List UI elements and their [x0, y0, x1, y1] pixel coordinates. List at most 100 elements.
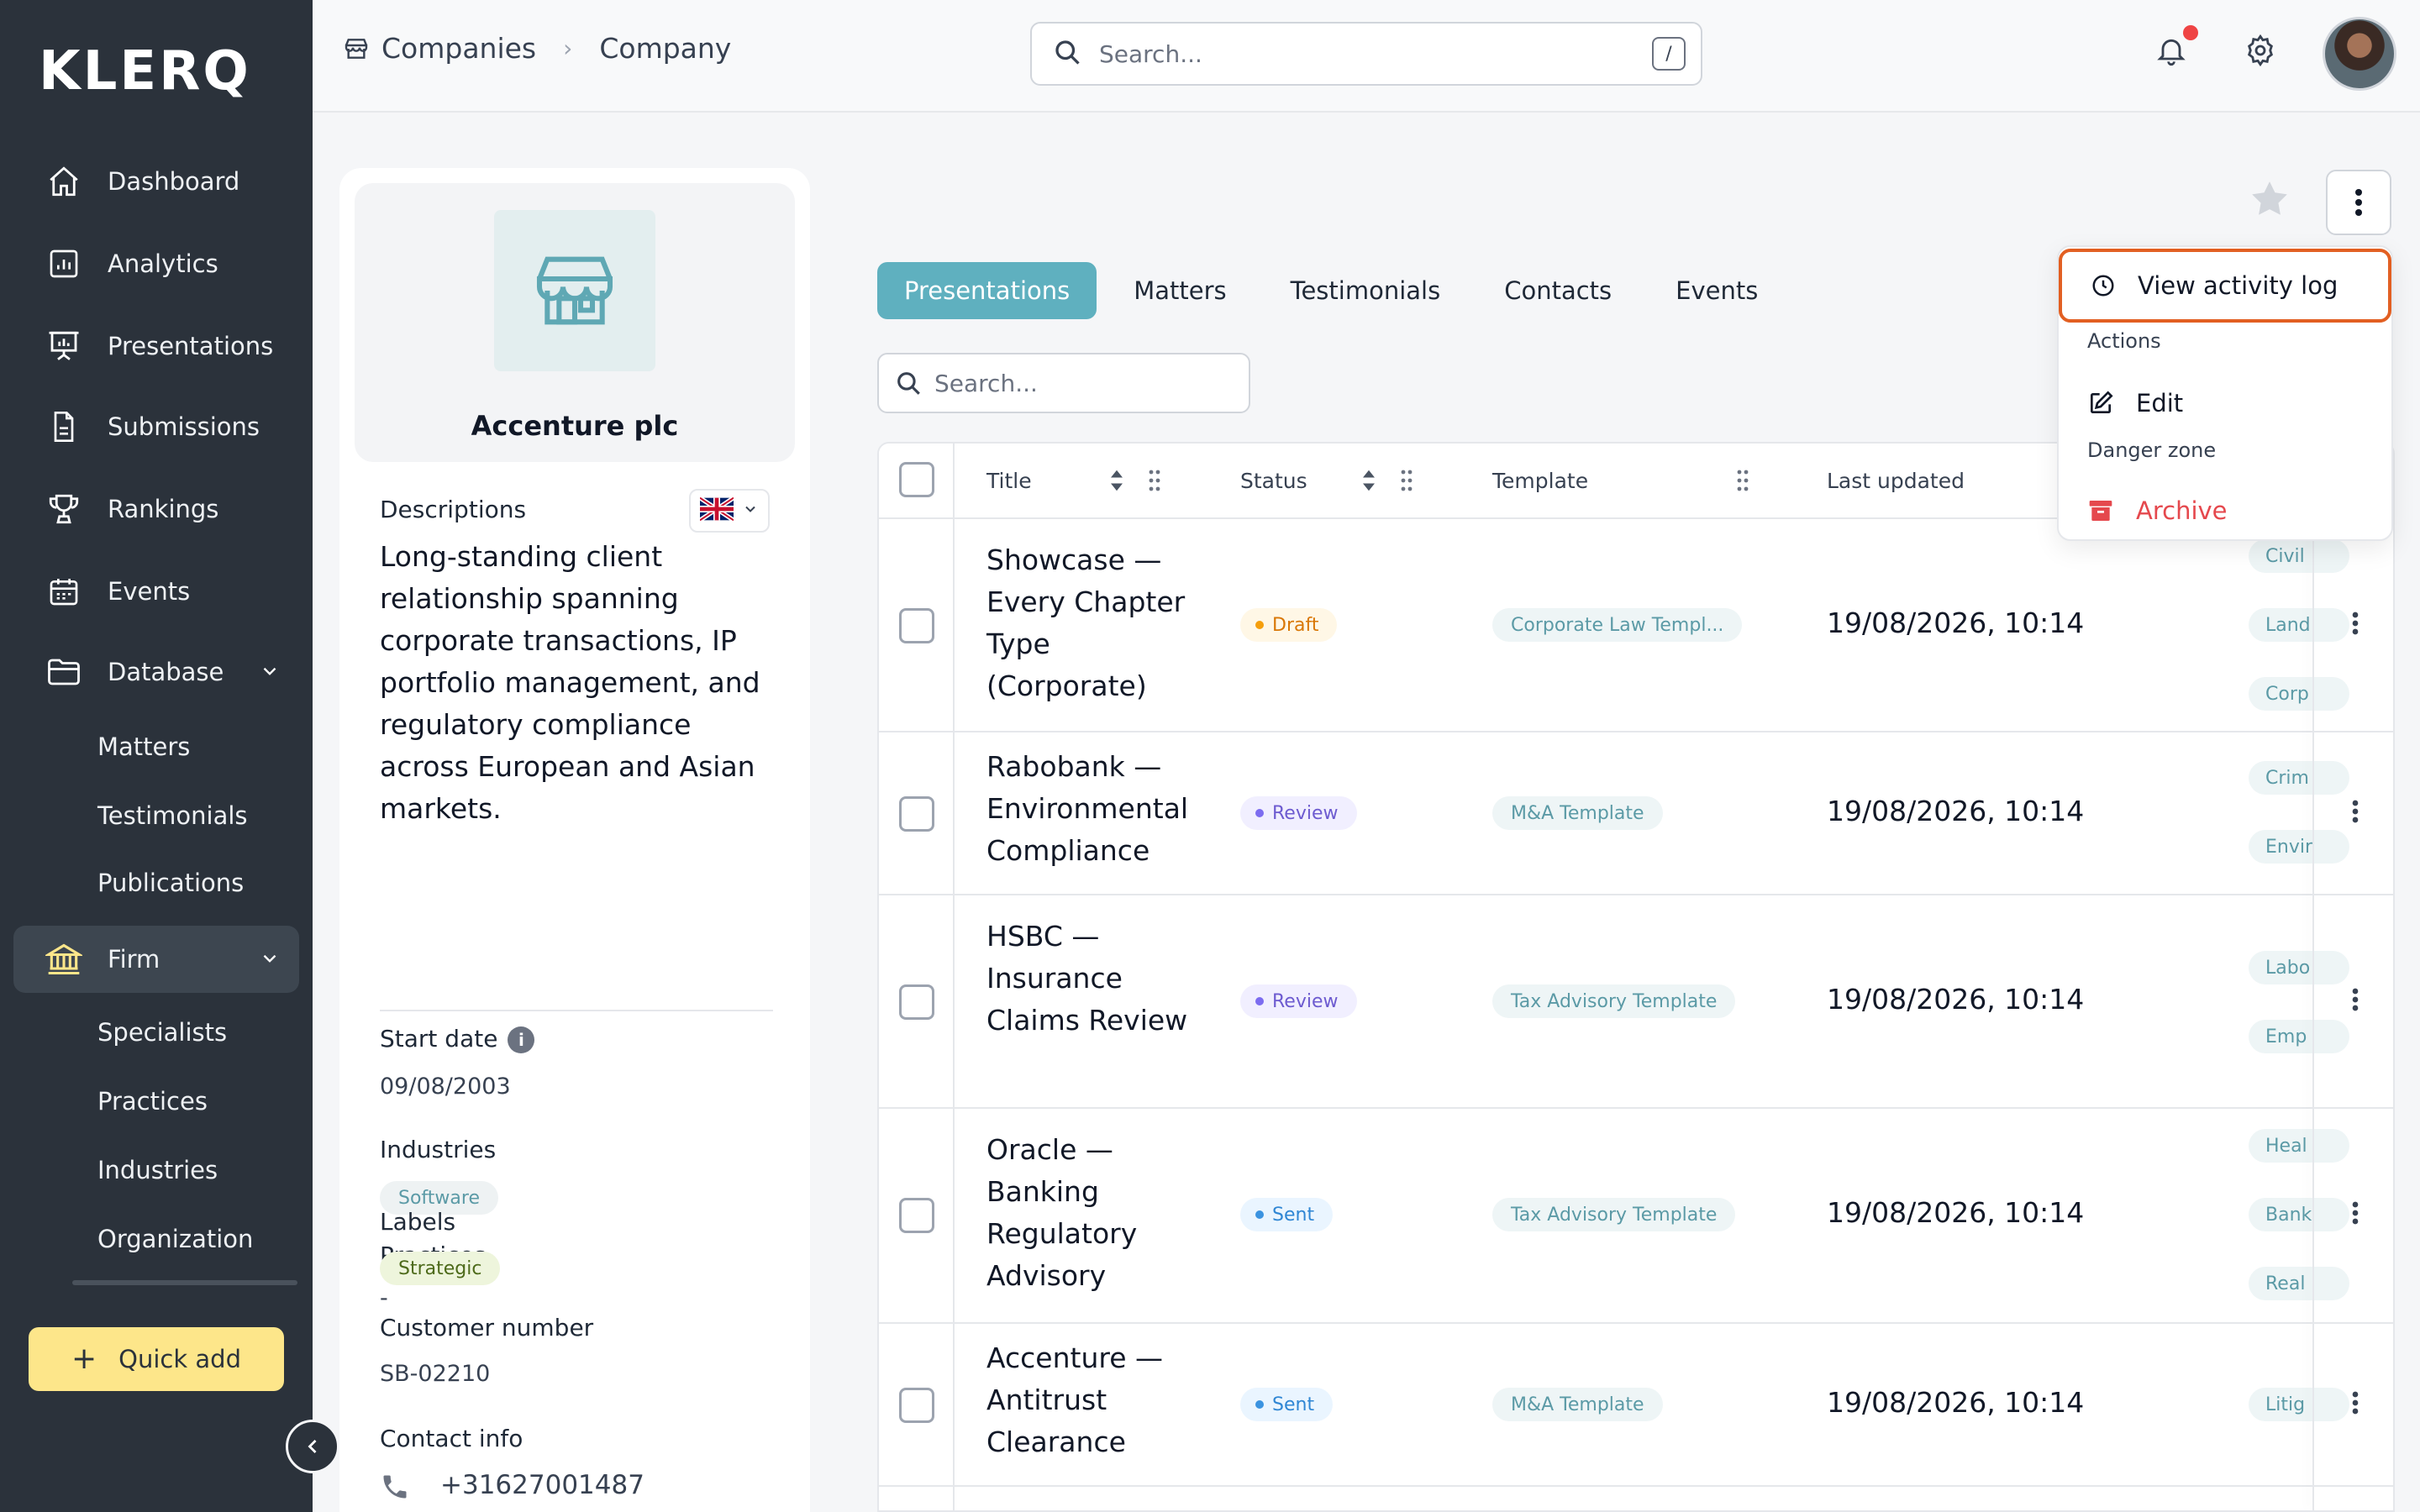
- sidebar-subitem-testimonials[interactable]: Testimonials: [97, 801, 248, 830]
- descriptions-label: Descriptions: [380, 496, 527, 523]
- tab-presentations[interactable]: Presentations: [877, 262, 1097, 319]
- column-template[interactable]: Template: [1492, 469, 1588, 493]
- table-row[interactable]: Showcase — Every Chapter Type (Corporate…: [879, 519, 2393, 732]
- phone-value[interactable]: +31627001487: [440, 1470, 644, 1500]
- row-title[interactable]: Rabobank — Environmental Compliance: [986, 746, 1205, 872]
- chevron-down-icon: [259, 948, 281, 973]
- clock-icon: [2091, 273, 2116, 298]
- sidebar-item-label: Events: [108, 577, 191, 606]
- table-row[interactable]: Accenture — Antitrust Clearance Sent M&A…: [879, 1324, 2393, 1487]
- sidebar-subitem-matters[interactable]: Matters: [97, 732, 190, 761]
- status-text: Sent: [1272, 1204, 1315, 1226]
- table-search[interactable]: [877, 353, 1250, 413]
- sidebar-item-database[interactable]: Database: [13, 638, 299, 706]
- row-checkbox[interactable]: [899, 796, 934, 832]
- breadcrumb-companies[interactable]: Companies: [381, 32, 536, 65]
- practice-tag: Corp: [2249, 677, 2349, 711]
- practice-tag: Civil: [2249, 539, 2349, 573]
- folder-icon: [45, 654, 82, 690]
- row-checkbox[interactable]: [899, 984, 934, 1020]
- column-status[interactable]: Status: [1240, 469, 1307, 493]
- row-kebab-icon[interactable]: [2351, 1389, 2360, 1420]
- bell-icon[interactable]: [2154, 32, 2188, 72]
- global-search-input[interactable]: [1099, 39, 1620, 68]
- menu-section-actions: Actions: [2087, 329, 2161, 353]
- practice-tag: Litig: [2249, 1388, 2349, 1421]
- sidebar-item-events[interactable]: Events: [13, 558, 299, 625]
- sidebar-item-submissions[interactable]: Submissions: [13, 393, 299, 460]
- status-badge: Draft: [1240, 608, 1338, 642]
- table-search-input[interactable]: [934, 369, 1220, 397]
- column-title[interactable]: Title: [986, 469, 1032, 493]
- row-kebab-icon[interactable]: [2351, 1200, 2360, 1230]
- drag-handle-icon[interactable]: [1400, 469, 1413, 496]
- plus-icon: +: [71, 1341, 97, 1376]
- star-icon[interactable]: [2249, 178, 2291, 223]
- sort-icon[interactable]: [1361, 469, 1376, 496]
- sort-icon[interactable]: [1109, 469, 1124, 496]
- customer-number-label: Customer number: [380, 1314, 594, 1341]
- language-selector[interactable]: [689, 489, 770, 533]
- row-title[interactable]: Oracle — Banking Regulatory Advisory: [986, 1129, 1205, 1297]
- start-date-value: 09/08/2003: [380, 1074, 511, 1100]
- drag-handle-icon[interactable]: [1148, 469, 1161, 496]
- row-kebab-icon[interactable]: [2351, 798, 2360, 828]
- company-description: Long-standing client relationship spanni…: [380, 540, 760, 825]
- row-title[interactable]: Accenture — Antitrust Clearance: [986, 1337, 1205, 1463]
- row-title[interactable]: HSBC — Insurance Claims Review: [986, 916, 1205, 1042]
- sidebar-item-rankings[interactable]: Rankings: [13, 475, 299, 543]
- sidebar-item-analytics[interactable]: Analytics: [13, 230, 299, 297]
- select-all-checkbox[interactable]: [899, 462, 934, 497]
- table-row[interactable]: HSBC — Insurance Claims Review Review Ta…: [879, 895, 2393, 1109]
- sidebar-subitem-industries[interactable]: Industries: [97, 1156, 218, 1184]
- sidebar-item-presentations[interactable]: Presentations: [13, 312, 299, 380]
- status-text: Draft: [1272, 614, 1319, 636]
- uk-flag-icon: [698, 496, 735, 524]
- quick-add-button[interactable]: + Quick add: [29, 1327, 284, 1391]
- search-shortcut: /: [1652, 37, 1686, 71]
- template-chip: M&A Template: [1492, 1388, 1663, 1421]
- sidebar-subitem-practices[interactable]: Practices: [97, 1087, 208, 1116]
- tab-matters[interactable]: Matters: [1107, 262, 1253, 319]
- archive-item[interactable]: Archive: [2059, 487, 2391, 534]
- sidebar-scrollbar[interactable]: [72, 1280, 297, 1285]
- drag-handle-icon[interactable]: [1736, 469, 1749, 496]
- edit-item[interactable]: Edit: [2059, 380, 2391, 427]
- global-search[interactable]: /: [1030, 22, 1702, 86]
- row-checkbox[interactable]: [899, 1388, 934, 1423]
- collapse-sidebar-button[interactable]: [286, 1420, 339, 1473]
- tab-contacts[interactable]: Contacts: [1477, 262, 1639, 319]
- row-checkbox[interactable]: [899, 608, 934, 643]
- sidebar-subitem-organization[interactable]: Organization: [97, 1225, 253, 1253]
- view-activity-log-item[interactable]: View activity log: [2059, 249, 2391, 323]
- sidebar-subitem-specialists[interactable]: Specialists: [97, 1018, 227, 1047]
- sidebar-subitem-publications[interactable]: Publications: [97, 869, 244, 897]
- column-status-label: Status: [1240, 469, 1307, 493]
- sidebar-item-firm[interactable]: Firm: [13, 926, 299, 993]
- search-icon: [1052, 37, 1082, 71]
- row-kebab-icon[interactable]: [2351, 610, 2360, 640]
- status-badge: Sent: [1240, 1198, 1334, 1231]
- gear-icon[interactable]: [2244, 34, 2277, 71]
- store-icon: [343, 35, 370, 62]
- info-icon[interactable]: i: [508, 1026, 535, 1053]
- column-last-updated[interactable]: Last updated: [1827, 469, 1965, 493]
- tab-testimonials[interactable]: Testimonials: [1264, 262, 1468, 319]
- table-row[interactable]: Oracle — Banking Regulatory Advisory Sen…: [879, 1109, 2393, 1324]
- avatar[interactable]: [2323, 17, 2396, 91]
- presentation-icon: [45, 328, 82, 365]
- more-actions-button[interactable]: [2326, 170, 2391, 235]
- column-title-label: Title: [986, 469, 1032, 493]
- chevron-left-icon: [308, 1440, 317, 1453]
- row-title[interactable]: Showcase — Every Chapter Type (Corporate…: [986, 539, 1205, 707]
- table-row[interactable]: Rabobank — Environmental Compliance Revi…: [879, 732, 2393, 895]
- last-updated: 19/08/2026, 10:14: [1827, 1386, 2085, 1419]
- breadcrumb: Companies › Company: [343, 32, 731, 65]
- company-card: Accenture plc: [355, 183, 795, 462]
- sidebar-item-dashboard[interactable]: Dashboard: [13, 148, 299, 215]
- presentations-table: Title Status Template Last updated Showc…: [877, 442, 2395, 1512]
- app-logo[interactable]: KLERQ: [39, 40, 251, 102]
- row-checkbox[interactable]: [899, 1198, 934, 1233]
- row-kebab-icon[interactable]: [2351, 986, 2360, 1016]
- tab-events[interactable]: Events: [1649, 262, 1785, 319]
